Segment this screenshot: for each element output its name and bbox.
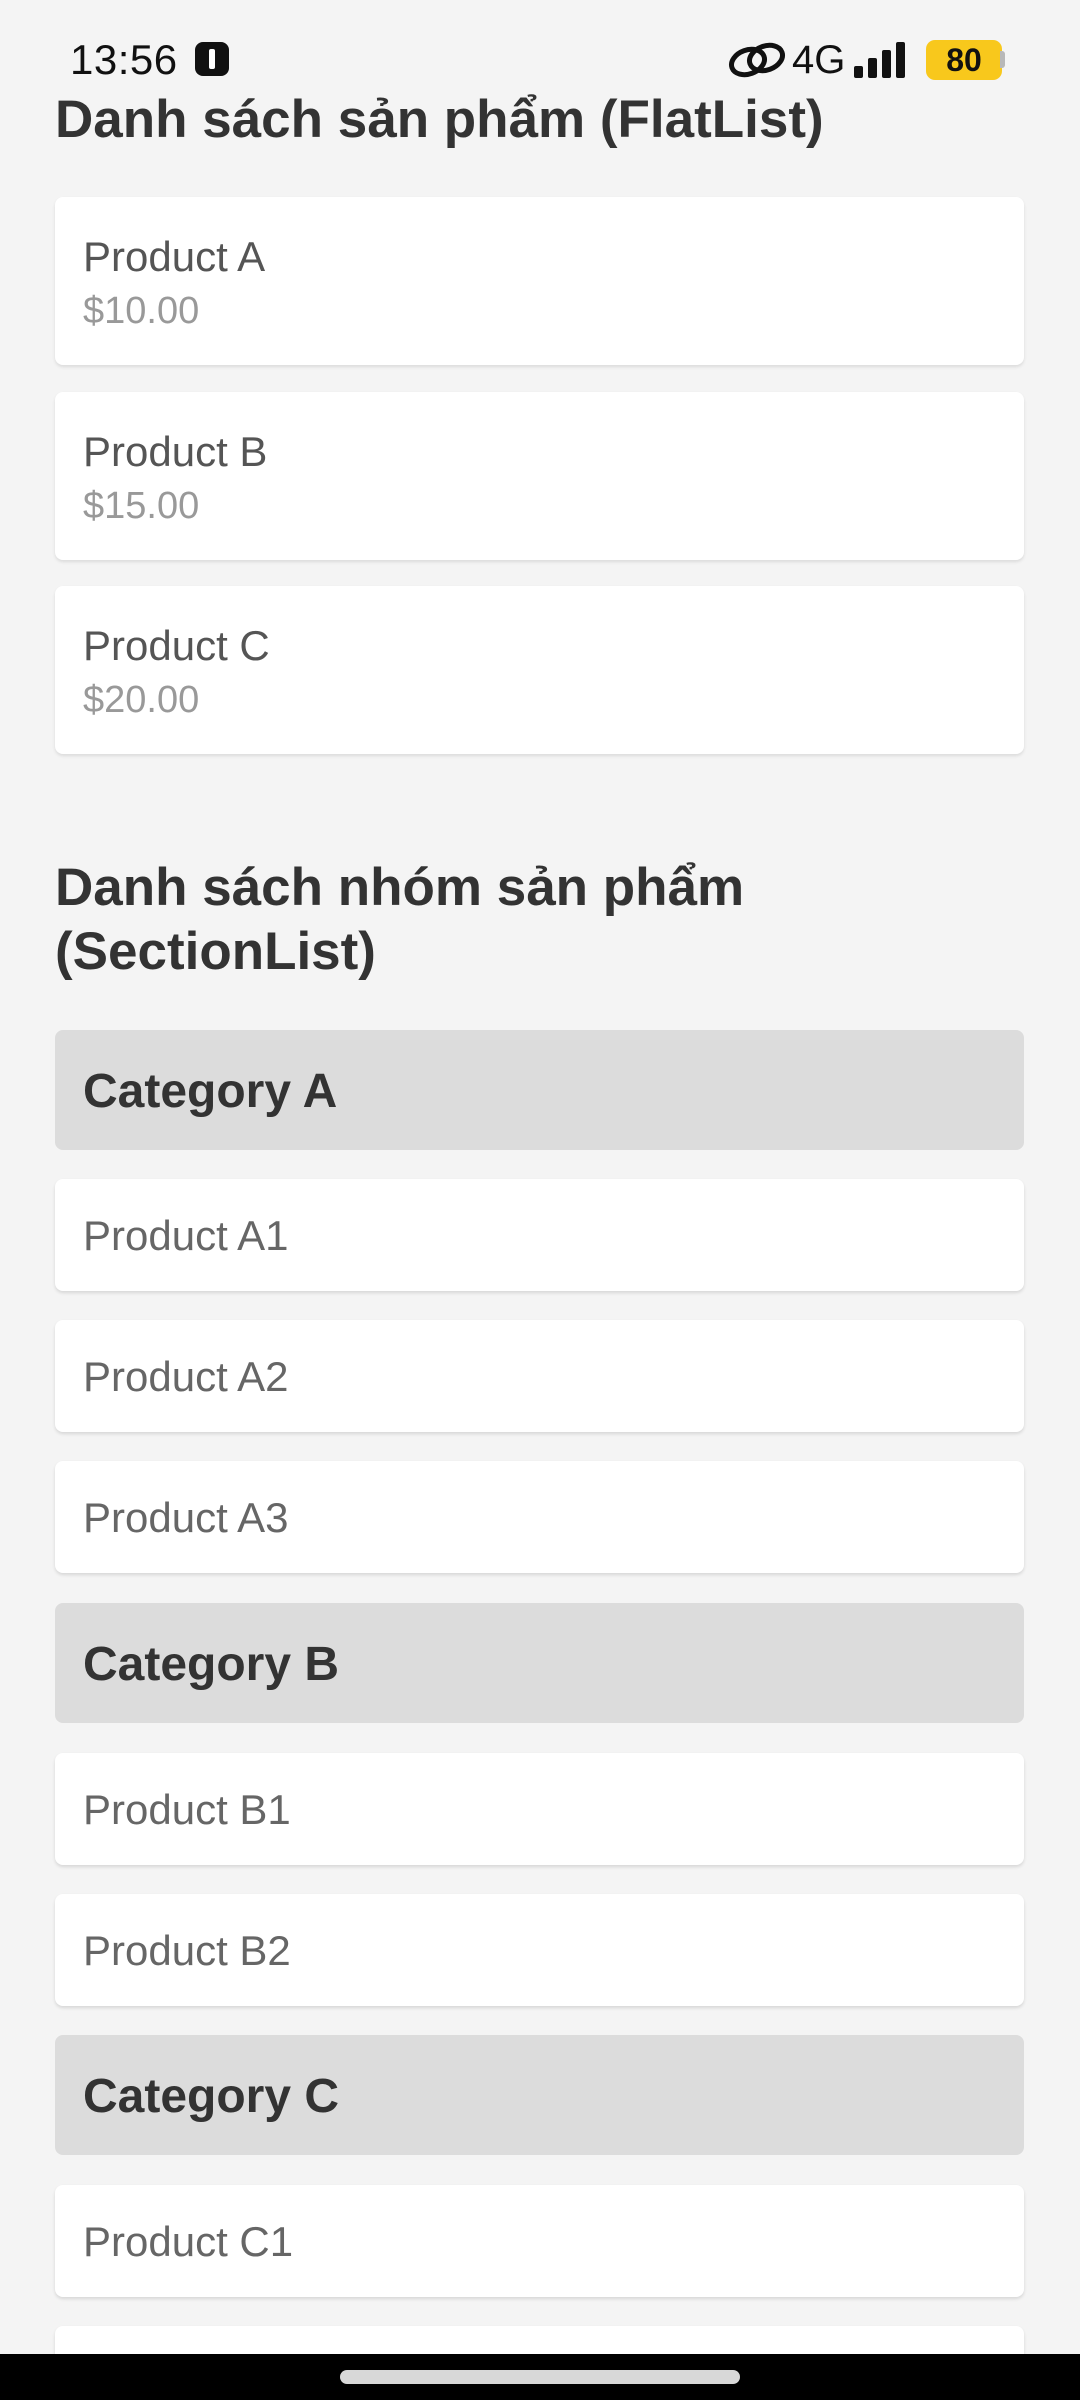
list-item[interactable]: Product C1 [55,2185,1024,2297]
list-item-label: Product A1 [83,1212,289,1259]
navigation-bar [0,2354,1080,2400]
list-item-label: Product A2 [83,1353,289,1400]
product-card[interactable]: Product C $20.00 [55,586,1024,754]
product-card[interactable]: Product B $15.00 [55,392,1024,560]
product-price: $20.00 [83,679,200,721]
product-name: Product B [83,428,268,475]
list-item-label: Product C1 [83,2218,294,2265]
link-icon [729,42,785,78]
section-header-label: Category B [83,1638,340,1691]
list-item[interactable]: Product A1 [55,1179,1024,1291]
product-price: $10.00 [83,290,200,332]
flatlist-title: Danh sách sản phẩm (FlatList) [55,90,824,149]
product-name: Product A [83,233,266,280]
battery-icon [1000,51,1005,68]
home-indicator[interactable] [340,2370,740,2384]
network-type: 4G [792,38,846,82]
product-price: $15.00 [83,485,200,527]
list-item-label: Product A3 [83,1494,289,1541]
signal-bars-icon [854,42,905,78]
list-item[interactable]: Product B1 [55,1753,1024,1865]
list-item-label: Product B1 [83,1786,291,1833]
section-header-label: Category A [83,1065,338,1118]
product-card[interactable]: Product A $10.00 [55,197,1024,365]
status-time: 13:56 [70,36,178,83]
list-item-label: Product B2 [83,1927,291,1974]
section-header-label: Category C [83,2070,340,2123]
list-item[interactable]: Product A3 [55,1461,1024,1573]
sectionlist-title: Danh sách nhóm sản phẩm (SectionList) [55,858,745,981]
product-name: Product C [83,622,270,669]
list-item[interactable]: Product A2 [55,1320,1024,1432]
section-header: Category A [55,1030,1024,1150]
list-item[interactable]: Product B2 [55,1894,1024,2006]
section-header: Category B [55,1603,1024,1723]
battery-level: 80 [926,40,1002,80]
alert-badge-icon [195,42,229,76]
section-header: Category C [55,2035,1024,2155]
